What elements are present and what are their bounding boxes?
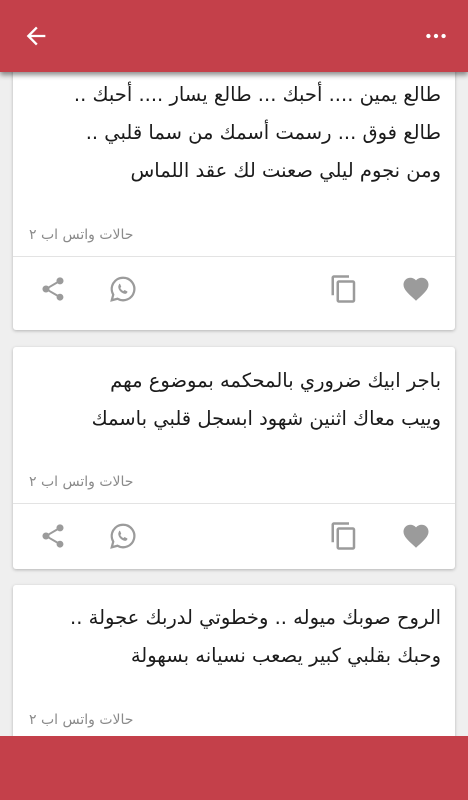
card-actions [13, 257, 455, 321]
favorite-button[interactable] [398, 518, 434, 554]
share-button[interactable] [35, 271, 71, 307]
status-card: الروح صوبك ميوله .. وخطوتي لدربك عجولة .… [13, 585, 455, 736]
status-card: باجر ابيك ضروري بالمحكمه بموضوع مهم وييب… [13, 347, 455, 569]
card-actions [13, 504, 455, 568]
heart-icon [403, 524, 429, 548]
heart-icon [403, 277, 429, 301]
bottom-banner [0, 736, 468, 800]
whatsapp-button[interactable] [105, 271, 141, 307]
whatsapp-button[interactable] [105, 518, 141, 554]
whatsapp-icon [110, 523, 136, 549]
share-button[interactable] [35, 518, 71, 554]
share-icon [42, 524, 64, 548]
category-label: حالات واتس اب ٢ [29, 712, 134, 728]
share-icon [42, 277, 64, 301]
copy-icon [331, 275, 356, 303]
copy-button[interactable] [326, 271, 362, 307]
category-label: حالات واتس اب ٢ [29, 227, 134, 243]
more-options-button[interactable] [414, 14, 458, 58]
whatsapp-icon [110, 276, 136, 302]
more-horizontal-icon [426, 33, 446, 39]
status-text: الروح صوبك ميوله .. وخطوتي لدربك عجولة .… [70, 606, 441, 667]
copy-icon [331, 522, 356, 550]
copy-button[interactable] [326, 518, 362, 554]
category-label: حالات واتس اب ٢ [29, 474, 134, 490]
status-card: طالع يمين .... أحبك ... طالع يسار .... أ… [13, 72, 455, 330]
back-button[interactable] [14, 14, 58, 58]
arrow-left-icon [26, 26, 46, 46]
status-feed[interactable]: طالع يمين .... أحبك ... طالع يسار .... أ… [0, 72, 468, 736]
app-bar [0, 0, 468, 72]
favorite-button[interactable] [398, 271, 434, 307]
status-text: طالع يمين .... أحبك ... طالع يسار .... أ… [73, 83, 441, 182]
status-text: باجر ابيك ضروري بالمحكمه بموضوع مهم وييب… [91, 369, 441, 430]
